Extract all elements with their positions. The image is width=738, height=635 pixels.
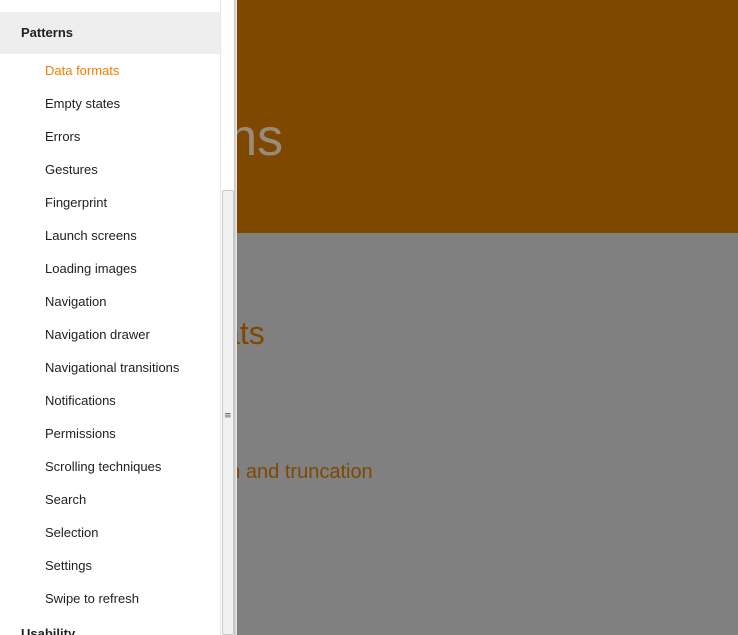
sidebar-item-settings[interactable]: Settings [0,549,220,582]
sidebar-group-label-next[interactable]: Usability [21,626,75,635]
sidebar-item-errors[interactable]: Errors [0,120,220,153]
sidebar-nav: Patterns Data formats Empty states Error… [0,0,220,635]
sidebar-item-swipe-to-refresh[interactable]: Swipe to refresh [0,582,220,615]
sidebar-item-launch-screens[interactable]: Launch screens [0,219,220,252]
sidebar-group-header[interactable]: Patterns [0,12,220,54]
sidebar-item-navigation-drawer[interactable]: Navigation drawer [0,318,220,351]
sidebar-item-list: Data formats Empty states Errors Gesture… [0,54,220,615]
drawer-shadow [234,0,238,635]
sidebar-item-navigation[interactable]: Navigation [0,285,220,318]
sidebar-item-empty-states[interactable]: Empty states [0,87,220,120]
scrollbar-grip-icon: ≡ [224,411,232,421]
sidebar-item-gestures[interactable]: Gestures [0,153,220,186]
sidebar-item-notifications[interactable]: Notifications [0,384,220,417]
sidebar-item-selection[interactable]: Selection [0,516,220,549]
sidebar-item-loading-images[interactable]: Loading images [0,252,220,285]
sidebar-item-navigational-transitions[interactable]: Navigational transitions [0,351,220,384]
sidebar-group-label: Patterns [21,25,74,40]
sidebar-item-fingerprint[interactable]: Fingerprint [0,186,220,219]
sidebar-item-data-formats[interactable]: Data formats [0,54,220,87]
sidebar-item-permissions[interactable]: Permissions [0,417,220,450]
sidebar-item-search[interactable]: Search [0,483,220,516]
sidebar-item-scrolling-techniques[interactable]: Scrolling techniques [0,450,220,483]
